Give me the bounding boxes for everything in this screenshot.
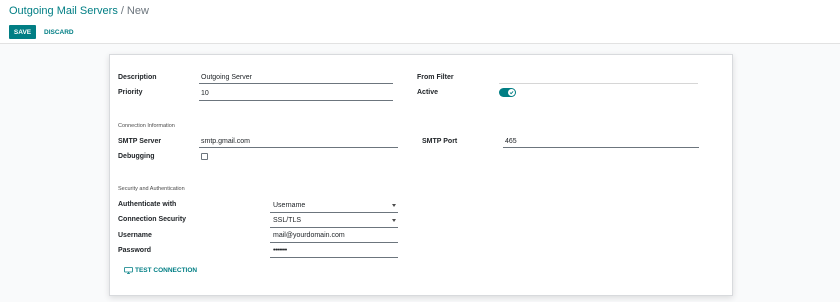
priority-input[interactable]: 10 — [201, 90, 209, 97]
description-label: Description — [118, 74, 157, 81]
security-section-title: Security and Authentication — [118, 186, 185, 192]
from-filter-label: From Filter — [417, 74, 454, 81]
authenticate-with-underline — [270, 212, 398, 213]
smtp-server-underline — [199, 147, 398, 148]
username-label: Username — [118, 232, 152, 239]
breadcrumb-parent-link[interactable]: Outgoing Mail Servers — [9, 5, 118, 17]
smtp-port-label: SMTP Port — [422, 138, 458, 145]
password-underline — [270, 257, 398, 258]
password-label: Password — [118, 247, 152, 254]
priority-underline — [199, 100, 393, 101]
breadcrumb-current: New — [126, 5, 149, 17]
form-sheet: Description Outgoing Server Priority 10 … — [109, 54, 733, 296]
toggle-knob — [508, 89, 515, 96]
username-underline — [270, 242, 398, 243]
check-icon — [509, 91, 514, 95]
from-filter-input[interactable] — [499, 83, 698, 84]
priority-label: Priority — [118, 89, 143, 96]
smtp-port-underline — [503, 147, 699, 148]
authenticate-with-select[interactable]: Username — [273, 202, 305, 209]
caret-down-icon — [392, 219, 396, 222]
test-connection-button[interactable]: TEST CONNECTION — [124, 265, 197, 275]
active-toggle[interactable] — [499, 88, 516, 97]
connection-security-select[interactable]: SSL/TLS — [273, 217, 301, 224]
smtp-port-input[interactable]: 465 — [505, 138, 517, 145]
description-input[interactable]: Outgoing Server — [201, 74, 252, 81]
test-connection-label: TEST CONNECTION — [135, 266, 198, 274]
save-button[interactable]: SAVE — [9, 25, 36, 39]
caret-down-icon — [392, 204, 396, 207]
debugging-checkbox[interactable] — [201, 153, 208, 160]
discard-button[interactable]: DISCARD — [44, 25, 74, 39]
connection-section-title: Connection Information — [118, 123, 175, 129]
password-input[interactable]: ••••••• — [273, 247, 287, 254]
smtp-server-input[interactable]: smtp.gmail.com — [201, 138, 250, 145]
debugging-label: Debugging — [118, 153, 155, 160]
breadcrumb: Outgoing Mail Servers / New — [9, 5, 149, 17]
active-label: Active — [417, 89, 439, 96]
connection-security-underline — [270, 227, 398, 228]
smtp-server-label: SMTP Server — [118, 138, 162, 145]
connection-security-label: Connection Security — [118, 216, 187, 223]
username-input[interactable]: mail@yourdomain.com — [273, 232, 345, 239]
monitor-icon — [124, 266, 133, 274]
authenticate-with-label: Authenticate with — [118, 201, 177, 208]
description-underline — [199, 83, 393, 84]
control-panel: Outgoing Mail Servers / New SAVE DISCARD — [0, 0, 840, 44]
breadcrumb-separator: / — [120, 5, 124, 17]
